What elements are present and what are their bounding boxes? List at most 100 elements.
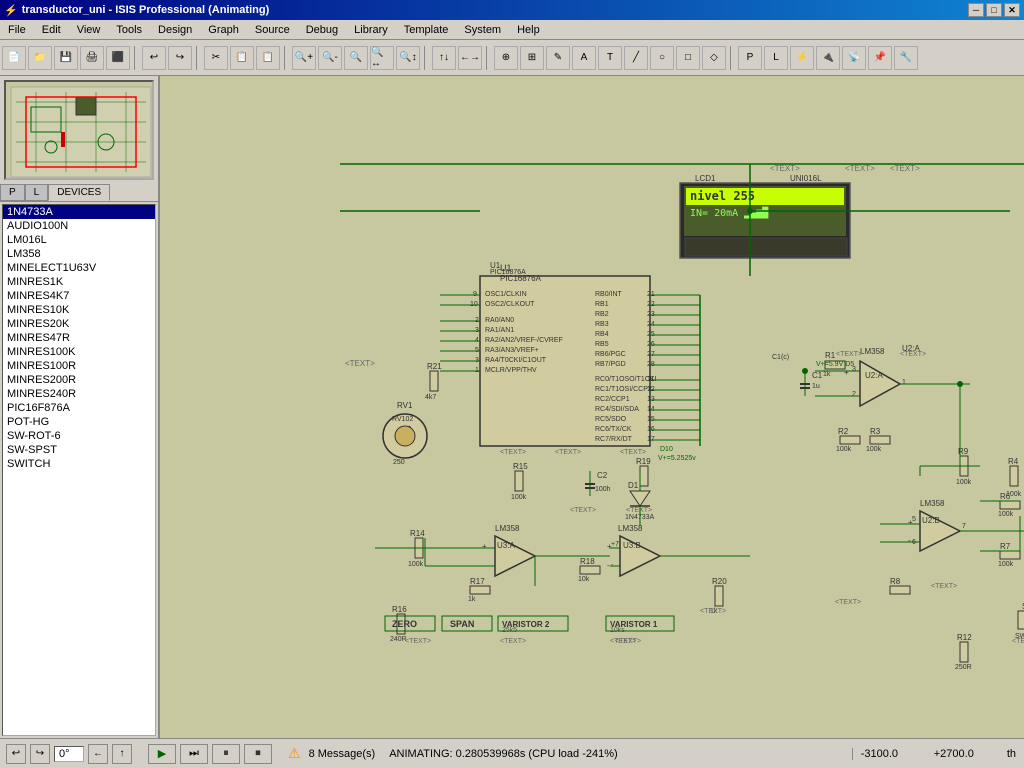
menu-item-library[interactable]: Library [346,20,396,39]
device-item-minres100k[interactable]: MINRES100K [3,345,155,359]
toolbar-btn-4[interactable]: ⬛ [106,46,130,70]
toolbar-btn-26[interactable]: T [598,46,622,70]
toolbar-btn-36[interactable]: 📡 [842,46,866,70]
svg-text:OSC1/CLKIN: OSC1/CLKIN [485,291,527,298]
toolbar-btn-22[interactable]: ⊕ [494,46,518,70]
device-item-minres240r[interactable]: MINRES240R [3,387,155,401]
step-button[interactable]: ⏭ [180,744,208,764]
menu-item-template[interactable]: Template [396,20,457,39]
svg-text:100k: 100k [511,494,527,501]
toolbar-btn-37[interactable]: 📌 [868,46,892,70]
device-item-minres200r[interactable]: MINRES200R [3,373,155,387]
menu-item-view[interactable]: View [69,20,109,39]
device-item-minres20k[interactable]: MINRES20K [3,317,155,331]
thumbnail [4,80,154,180]
toolbar-btn-32[interactable]: P [738,46,762,70]
svg-text:<TEXT>: <TEXT> [626,507,652,514]
tab-l[interactable]: L [25,184,49,201]
toolbar-btn-6[interactable]: ↩ [142,46,166,70]
redo-button[interactable]: ↪ [30,744,50,764]
device-item-minres100r[interactable]: MINRES100R [3,359,155,373]
svg-text:10ks: 10ks [610,627,625,634]
menu-item-tools[interactable]: Tools [108,20,150,39]
stop-button[interactable]: ⏹ [244,744,272,764]
toolbar-btn-9[interactable]: ✂ [204,46,228,70]
toolbar-btn-10[interactable]: 📋 [230,46,254,70]
undo-button[interactable]: ↩ [6,744,26,764]
device-item-pic16f876a[interactable]: PIC16F876A [3,401,155,415]
pause-button[interactable]: ⏸ [212,744,240,764]
schematic-canvas[interactable]: U1 PIC16876A OSC1/CLKIN OSC2/CLKOUT RA0/… [160,76,1024,738]
play-button[interactable]: ▶ [148,744,176,764]
device-list[interactable]: 1N4733AAUDIO100NLM016LLM358MINELECT1U63V… [2,204,156,736]
device-item-minres4k7[interactable]: MINRES4K7 [3,289,155,303]
svg-text:100k: 100k [836,446,852,453]
svg-text:UNI016L: UNI016L [790,174,822,183]
toolbar-btn-19[interactable]: ↑↓ [432,46,456,70]
device-item-1n4733a[interactable]: 1N4733A [3,205,155,219]
svg-text:RA3/AN3/VREF+: RA3/AN3/VREF+ [485,347,539,354]
device-item-sw-rot-6[interactable]: SW-ROT-6 [3,429,155,443]
tab-p[interactable]: P [0,184,25,201]
menu-bar: FileEditViewToolsDesignGraphSourceDebugL… [0,20,1024,40]
toolbar-btn-23[interactable]: ⊞ [520,46,544,70]
nav-left-button[interactable]: ← [88,744,108,764]
toolbar-btn-25[interactable]: A [572,46,596,70]
svg-text:100k: 100k [956,479,972,486]
device-item-pot-hg[interactable]: POT-HG [3,415,155,429]
toolbar-btn-3[interactable]: 🖨 [80,46,104,70]
svg-text:U3:B: U3:B [623,541,641,550]
maximize-button[interactable]: □ [986,3,1002,17]
device-item-lm016l[interactable]: LM016L [3,233,155,247]
toolbar-btn-20[interactable]: ←→ [458,46,482,70]
toolbar-btn-35[interactable]: 🔌 [816,46,840,70]
toolbar-btn-7[interactable]: ↪ [168,46,192,70]
toolbar-btn-24[interactable]: ✎ [546,46,570,70]
toolbar-btn-1[interactable]: 📁 [28,46,52,70]
toolbar-btn-38[interactable]: 🔧 [894,46,918,70]
close-button[interactable]: ✕ [1004,3,1020,17]
svg-text:7: 7 [962,523,966,530]
svg-text:25k5: 25k5 [502,627,517,634]
device-item-switch[interactable]: SWITCH [3,457,155,471]
menu-item-system[interactable]: System [456,20,509,39]
svg-text:RC7/RX/DT: RC7/RX/DT [595,436,633,443]
device-item-minres1k[interactable]: MINRES1K [3,275,155,289]
svg-text:250R: 250R [955,664,972,671]
toolbar-btn-15[interactable]: 🔍 [344,46,368,70]
nav-up-button[interactable]: ↑ [112,744,132,764]
angle-input[interactable]: 0° [54,746,84,762]
minimize-button[interactable]: ─ [968,3,984,17]
tab-devices[interactable]: DEVICES [48,184,110,201]
toolbar-btn-2[interactable]: 💾 [54,46,78,70]
device-item-minres10k[interactable]: MINRES10K [3,303,155,317]
toolbar-btn-17[interactable]: 🔍↕ [396,46,420,70]
toolbar-btn-0[interactable]: 📄 [2,46,26,70]
menu-item-design[interactable]: Design [150,20,200,39]
toolbar-btn-16[interactable]: 🔍↔ [370,46,394,70]
device-item-audio100n[interactable]: AUDIO100N [3,219,155,233]
toolbar-btn-14[interactable]: 🔍- [318,46,342,70]
svg-text:+: + [482,542,487,551]
toolbar-btn-34[interactable]: ⚡ [790,46,814,70]
menu-item-graph[interactable]: Graph [200,20,247,39]
menu-item-debug[interactable]: Debug [298,20,346,39]
toolbar-btn-27[interactable]: ╱ [624,46,648,70]
menu-item-edit[interactable]: Edit [34,20,69,39]
menu-item-help[interactable]: Help [509,20,548,39]
menu-item-source[interactable]: Source [247,20,298,39]
toolbar-btn-33[interactable]: L [764,46,788,70]
toolbar-btn-13[interactable]: 🔍+ [292,46,316,70]
svg-text:<TEXT>: <TEXT> [836,351,862,358]
device-item-minres47r[interactable]: MINRES47R [3,331,155,345]
menu-item-file[interactable]: File [0,20,34,39]
device-item-minelect1u63v[interactable]: MINELECT1U63V [3,261,155,275]
toolbar-btn-30[interactable]: ◇ [702,46,726,70]
svg-text:R17: R17 [470,577,485,586]
toolbar-btn-28[interactable]: ○ [650,46,674,70]
toolbar-btn-11[interactable]: 📋 [256,46,280,70]
device-item-sw-spst[interactable]: SW-SPST [3,443,155,457]
device-item-lm358[interactable]: LM358 [3,247,155,261]
svg-text:R4: R4 [1008,457,1019,466]
toolbar-btn-29[interactable]: □ [676,46,700,70]
